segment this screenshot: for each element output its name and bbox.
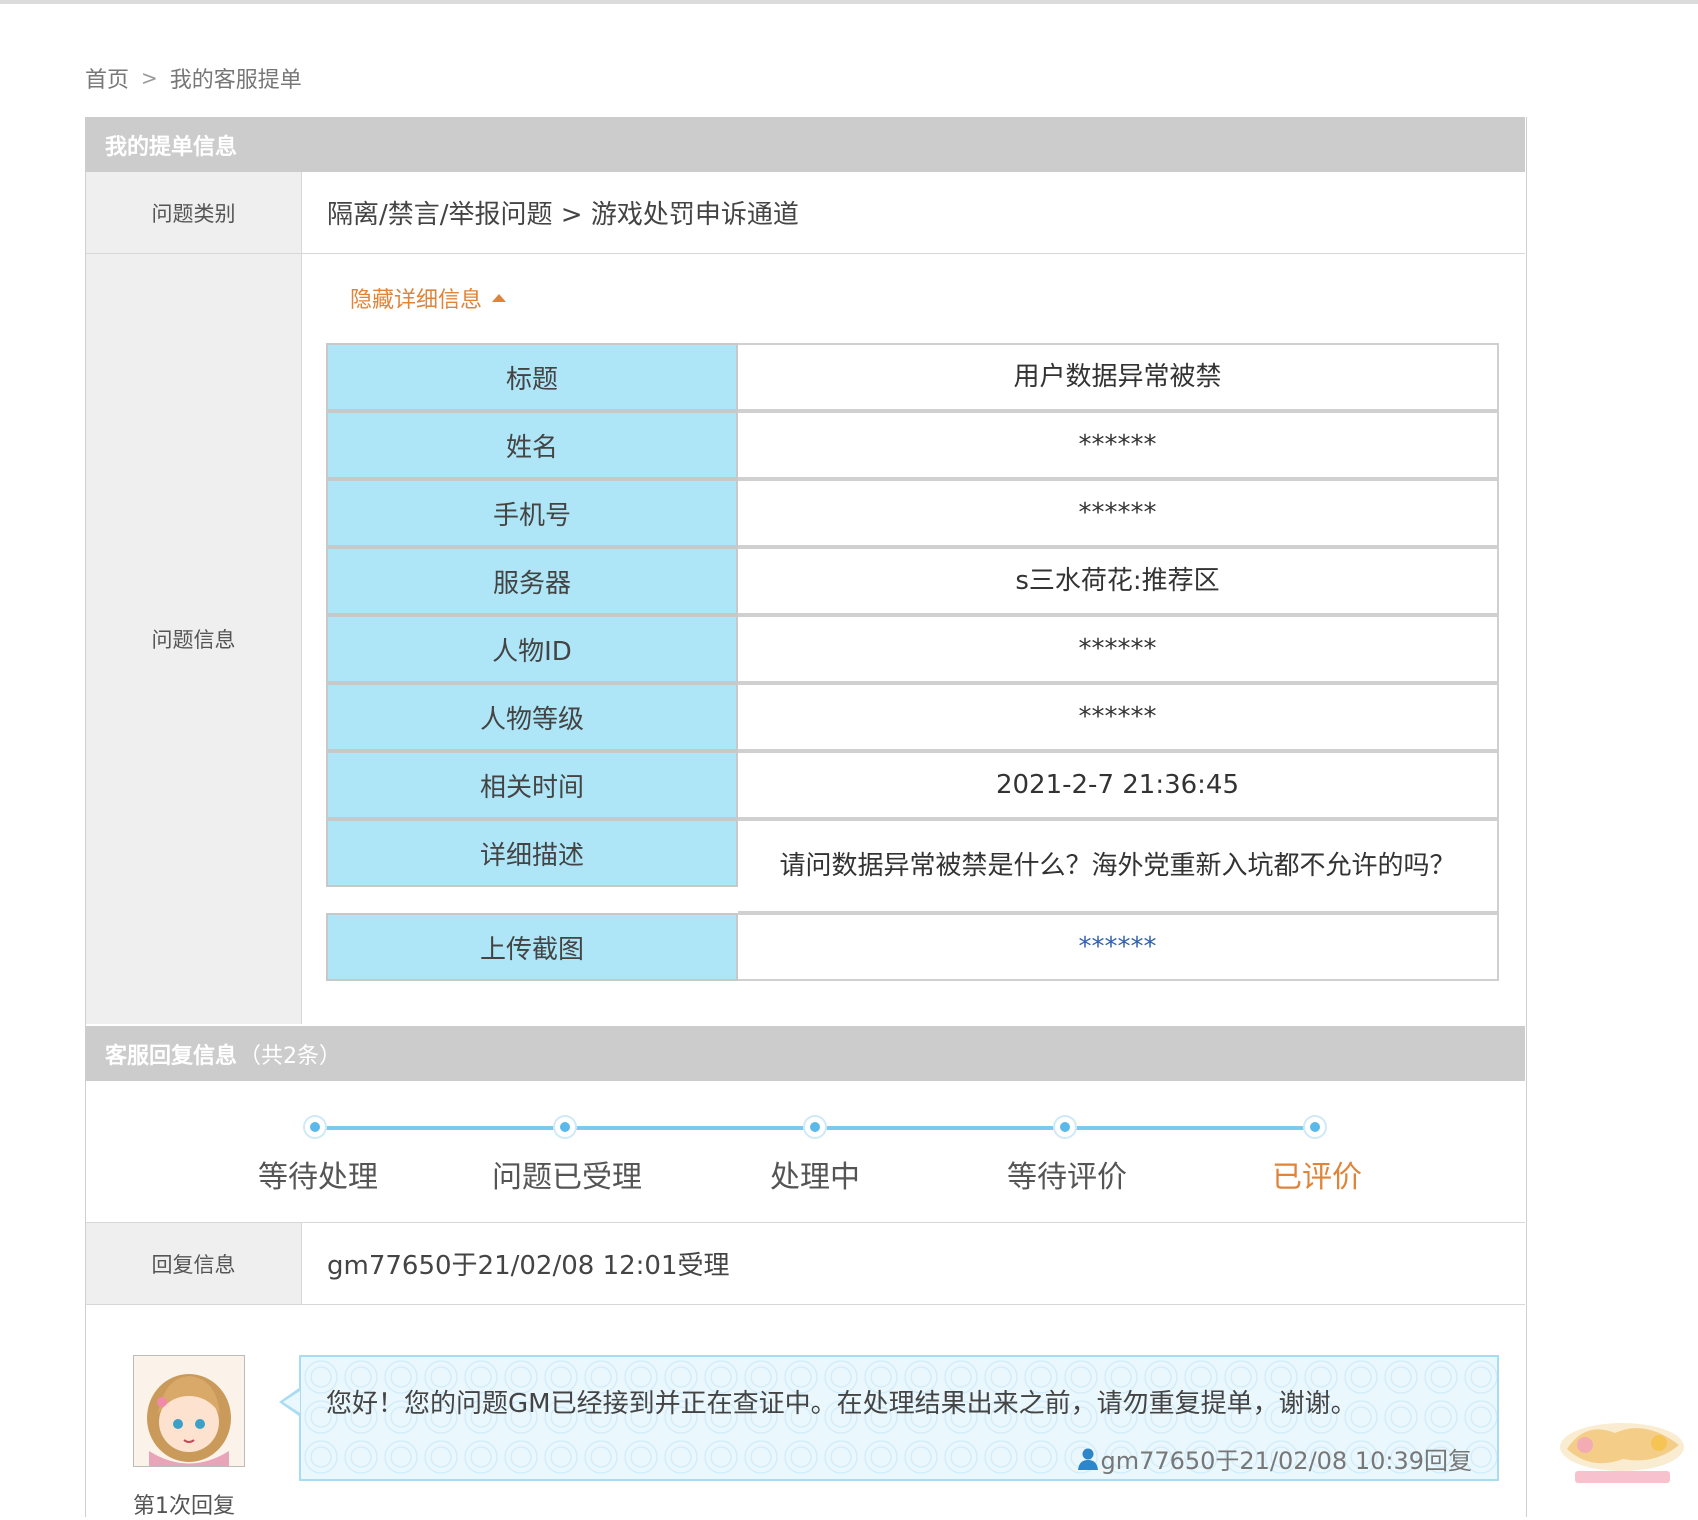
reply-info-row: 回复信息 gm77650于21/02/08 12:01受理 bbox=[86, 1222, 1525, 1305]
table-row: 人物等级 ****** bbox=[326, 683, 1499, 751]
table-row: 相关时间 2021-2-7 21:36:45 bbox=[326, 751, 1499, 819]
ticket-section-header: 我的提单信息 bbox=[85, 117, 1525, 172]
breadcrumb-current: 我的客服提单 bbox=[169, 68, 302, 93]
field-value: 用户数据异常被禁 bbox=[738, 343, 1499, 411]
step-node bbox=[553, 1115, 577, 1139]
reply-section-header: 客服回复信息 （共2条） bbox=[85, 1026, 1525, 1081]
table-row: 标题 用户数据异常被禁 bbox=[326, 343, 1499, 411]
breadcrumb: 首页 > 我的客服提单 bbox=[85, 62, 302, 94]
first-reply-caption: 第1次回复 bbox=[133, 1494, 235, 1519]
table-row: 人物ID ****** bbox=[326, 615, 1499, 683]
field-value: 请问数据异常被禁是什么？海外党重新入坑都不允许的吗？ bbox=[738, 819, 1499, 913]
reply-message: 您好！您的问题GM已经接到并正在查证中。在处理结果出来之前，请勿重复提单，谢谢。 bbox=[326, 1389, 1357, 1419]
game-logo-icon bbox=[1560, 1423, 1684, 1483]
table-row: 服务器 s三水荷花:推荐区 bbox=[326, 547, 1499, 615]
watermark-logo bbox=[1555, 1415, 1690, 1495]
gm-avatar bbox=[133, 1355, 245, 1467]
field-value: ****** bbox=[738, 479, 1499, 547]
ticket-section-title: 我的提单信息 bbox=[105, 134, 238, 160]
caret-up-icon bbox=[492, 294, 507, 302]
field-value: ****** bbox=[738, 615, 1499, 683]
step-node bbox=[303, 1115, 327, 1139]
field-value: ****** bbox=[738, 683, 1499, 751]
hide-details-toggle[interactable]: 隐藏详细信息 bbox=[350, 282, 507, 314]
field-key: 人物等级 bbox=[326, 683, 738, 751]
reply-meta-text: gm77650于21/02/08 10:39回复 bbox=[1100, 1447, 1472, 1475]
reply-count: （共2条） bbox=[239, 1043, 342, 1069]
breadcrumb-home[interactable]: 首页 bbox=[85, 62, 129, 94]
step-node bbox=[1053, 1115, 1077, 1139]
step-node bbox=[1303, 1115, 1327, 1139]
bubble-tail-inner bbox=[283, 1391, 300, 1413]
category-value: 隔离/禁言/举报问题 > 游戏处罚申诉通道 bbox=[327, 200, 799, 230]
table-row: 手机号 ****** bbox=[326, 479, 1499, 547]
field-key: 上传截图 bbox=[326, 913, 738, 981]
progress-tracker: 等待处理 问题已受理 处理中 等待评价 已评价 bbox=[245, 1100, 1425, 1210]
category-row: 问题类别 隔离/禁言/举报问题 > 游戏处罚申诉通道 bbox=[86, 172, 1525, 254]
field-key: 手机号 bbox=[326, 479, 738, 547]
reply-accepted-text: gm77650于21/02/08 12:01受理 bbox=[327, 1251, 730, 1281]
field-key: 服务器 bbox=[326, 547, 738, 615]
field-value: ****** bbox=[738, 411, 1499, 479]
step-label: 等待评价 bbox=[1007, 1160, 1127, 1195]
step-label: 等待处理 bbox=[258, 1160, 378, 1195]
field-value: 2021-2-7 21:36:45 bbox=[738, 751, 1499, 819]
breadcrumb-separator: > bbox=[141, 66, 158, 90]
reply-info-label: 回复信息 bbox=[86, 1223, 302, 1304]
girl-avatar-icon bbox=[134, 1356, 244, 1466]
field-key: 相关时间 bbox=[326, 751, 738, 819]
table-row: 姓名 ****** bbox=[326, 411, 1499, 479]
field-value: s三水荷花:推荐区 bbox=[738, 547, 1499, 615]
reply-bubble: 您好！您的问题GM已经接到并正在查证中。在处理结果出来之前，请勿重复提单，谢谢。… bbox=[299, 1355, 1499, 1481]
field-key: 人物ID bbox=[326, 615, 738, 683]
step-label: 问题已受理 bbox=[492, 1160, 642, 1195]
top-divider bbox=[0, 0, 1698, 4]
hide-details-label: 隐藏详细信息 bbox=[350, 288, 483, 313]
table-row: 上传截图 ****** bbox=[326, 913, 1499, 981]
step-label: 处理中 bbox=[770, 1160, 860, 1195]
screenshot-link[interactable]: ****** bbox=[738, 913, 1499, 981]
field-key: 详细描述 bbox=[326, 819, 738, 887]
reply-meta: gm77650于21/02/08 10:39回复 bbox=[1076, 1441, 1472, 1476]
field-key: 姓名 bbox=[326, 411, 738, 479]
step-label-active: 已评价 bbox=[1272, 1160, 1362, 1195]
info-label: 问题信息 bbox=[86, 254, 302, 1024]
category-label: 问题类别 bbox=[86, 172, 302, 253]
reply-section-title: 客服回复信息 bbox=[105, 1043, 238, 1069]
user-icon bbox=[1078, 1448, 1099, 1470]
field-key: 标题 bbox=[326, 343, 738, 411]
table-row: 详细描述 请问数据异常被禁是什么？海外党重新入坑都不允许的吗？ bbox=[326, 819, 1499, 913]
step-node bbox=[803, 1115, 827, 1139]
